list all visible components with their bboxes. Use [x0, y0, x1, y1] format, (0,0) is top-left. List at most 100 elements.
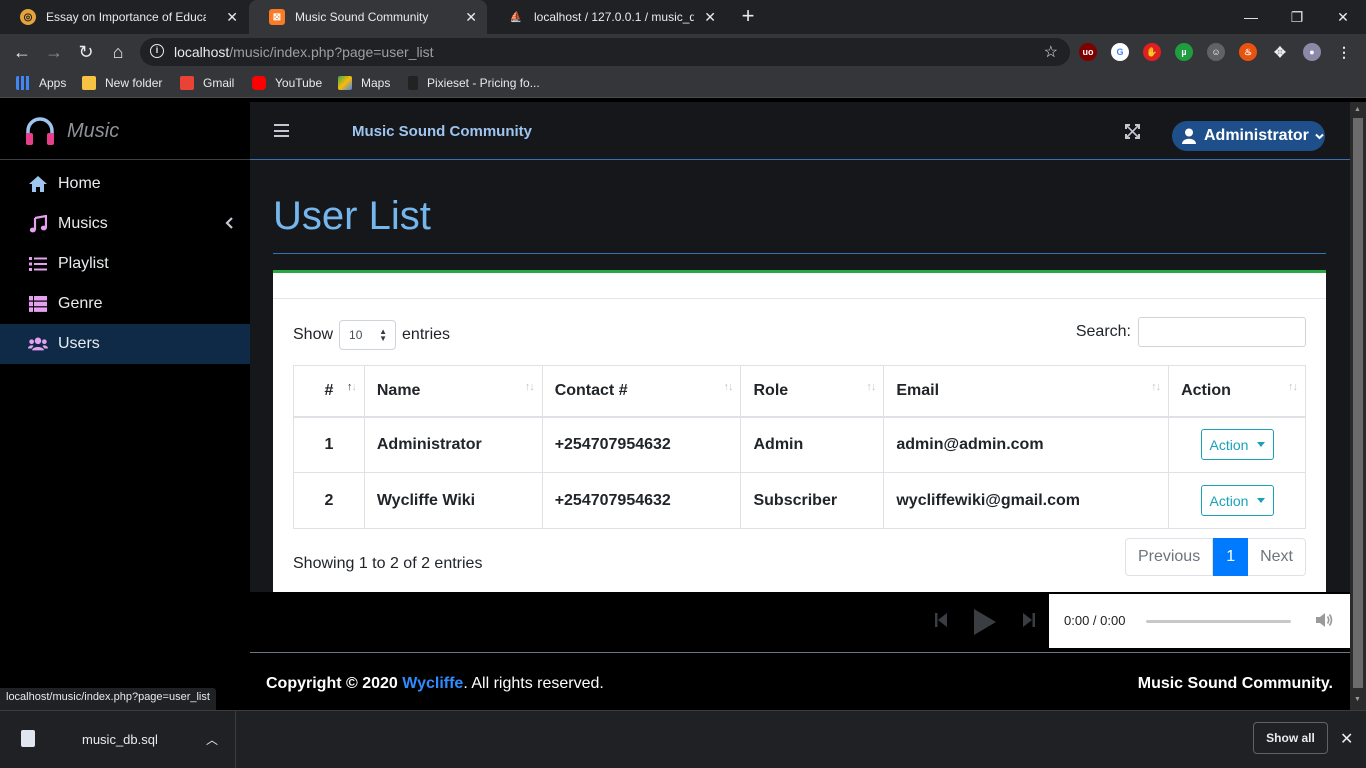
user-list-card: Show 10 ▲ ▼ entries Search: # ↑↓ Name ↑↓ Co…: [273, 270, 1326, 592]
author-link[interactable]: Wycliffe: [402, 675, 463, 692]
bookmark-label: Pixieset - Pricing fo...: [427, 76, 540, 90]
user-dropdown-button[interactable]: Administrator: [1172, 121, 1325, 151]
browser-tab-essay[interactable]: ◎ Essay on Importance of Educatio ✕: [0, 0, 248, 34]
column-header-contact[interactable]: Contact # ↑↓: [541, 365, 742, 418]
cell-email: admin@admin.com: [883, 416, 1170, 473]
column-header-email[interactable]: Email ↑↓: [883, 365, 1170, 418]
copyright-suffix: . All rights reserved.: [463, 675, 604, 692]
browser-tab-music[interactable]: ⊠ Music Sound Community ✕: [249, 0, 487, 34]
home-icon: [28, 174, 48, 194]
audio-player[interactable]: 0:00 / 0:00: [1049, 594, 1350, 648]
profile-avatar[interactable]: ●: [1303, 43, 1321, 61]
status-bar-url: localhost/music/index.php?page=user_list: [0, 688, 216, 710]
cell-number: 2: [293, 472, 365, 529]
entries-length-select[interactable]: 10 ▲ ▼: [339, 320, 397, 350]
bookmark-maps[interactable]: Maps: [338, 76, 390, 90]
column-header-label: Email: [896, 381, 940, 399]
sidebar-item-home[interactable]: Home: [0, 164, 250, 204]
translate-extension-icon[interactable]: G: [1111, 43, 1129, 61]
column-header-label: Action: [1181, 381, 1231, 399]
bookmark-pixieset[interactable]: Pixieset - Pricing fo...: [408, 76, 540, 90]
column-header-label: Name: [376, 381, 421, 399]
skip-previous-icon[interactable]: [934, 612, 948, 628]
pagination-next-button[interactable]: Next: [1248, 538, 1306, 576]
table-row: 2 Wycliffe Wiki +254707954632 Subscriber…: [293, 472, 1306, 529]
cell-name: Administrator: [363, 416, 543, 473]
copyright-prefix: Copyright © 2020: [266, 675, 403, 692]
address-bar[interactable]: i localhost/music/index.php?page=user_li…: [140, 38, 1070, 66]
column-header-number[interactable]: # ↑↓: [293, 365, 365, 418]
sidebar-item-label: Musics: [58, 215, 108, 232]
download-item[interactable]: music_db.sql ︿: [0, 711, 236, 768]
reload-icon[interactable]: ↻: [74, 40, 98, 64]
sidebar-item-playlist[interactable]: Playlist: [0, 244, 250, 284]
brand-text: Music: [67, 120, 120, 142]
scroll-up-icon[interactable]: ▲: [1354, 106, 1361, 113]
ublock-extension-icon[interactable]: uo: [1079, 43, 1097, 61]
forward-arrow-icon[interactable]: →: [42, 40, 66, 64]
scroll-down-icon[interactable]: ▼: [1354, 696, 1361, 703]
skip-next-icon[interactable]: [1022, 612, 1036, 628]
back-arrow-icon[interactable]: ←: [10, 40, 34, 64]
pixieset-icon: [408, 76, 418, 90]
minimize-button[interactable]: —: [1228, 0, 1274, 34]
utorrent-extension-icon[interactable]: µ: [1175, 43, 1193, 61]
action-dropdown-button[interactable]: Action: [1200, 429, 1274, 461]
sidebar-item-label: Playlist: [58, 255, 109, 272]
new-tab-button[interactable]: +: [736, 5, 760, 29]
sidebar-item-genre[interactable]: Genre: [0, 284, 250, 324]
sidebar-item-users[interactable]: Users: [0, 324, 250, 364]
browser-menu-icon[interactable]: ⋮: [1335, 43, 1353, 61]
browser-tab-phpmyadmin[interactable]: ⛵ localhost / 127.0.0.1 / music_db | ✕: [488, 0, 726, 34]
brand-link[interactable]: Music: [0, 102, 250, 160]
maximize-button[interactable]: ❐: [1274, 0, 1320, 34]
volume-icon[interactable]: [1315, 612, 1333, 628]
hamburger-menu-icon[interactable]: [274, 124, 289, 137]
cell-number: 1: [293, 416, 365, 473]
play-icon[interactable]: [972, 608, 998, 636]
main-content: User List Show 10 ▲ ▼ entries Search: # ↑↓: [250, 160, 1350, 600]
close-window-button[interactable]: ✕: [1320, 0, 1366, 34]
bookmark-label: Apps: [39, 76, 67, 90]
chevron-up-icon[interactable]: ︿: [206, 731, 218, 748]
action-dropdown-button[interactable]: Action: [1200, 485, 1274, 516]
bookmark-youtube[interactable]: YouTube: [252, 76, 322, 90]
column-header-label: #: [324, 381, 334, 399]
sort-icon: ↑↓: [524, 381, 535, 393]
headphones-icon: [26, 117, 54, 145]
show-all-downloads-button[interactable]: Show all: [1253, 722, 1328, 754]
search-label: Search:: [1075, 323, 1131, 340]
bookmark-star-icon[interactable]: ☆: [1044, 42, 1058, 62]
close-downloads-icon[interactable]: ✕: [1340, 729, 1353, 749]
tab-favicon-icon: ⛵: [509, 11, 523, 23]
page-title: User List: [273, 194, 431, 238]
pagination-page-button[interactable]: 1: [1213, 538, 1249, 576]
bookmark-gmail[interactable]: Gmail: [180, 76, 234, 90]
bookmark-apps[interactable]: Apps: [16, 76, 66, 90]
cell-contact: +254707954632: [541, 472, 742, 529]
extensions-puzzle-icon[interactable]: ✥: [1271, 43, 1289, 61]
robot-extension-icon[interactable]: ☺: [1207, 43, 1225, 61]
page-scrollbar[interactable]: ▲ ▼: [1350, 102, 1366, 716]
sidebar-item-musics[interactable]: Musics: [0, 204, 250, 244]
show-label: Show: [293, 326, 334, 343]
home-button-icon[interactable]: ⌂: [106, 40, 130, 64]
fire-extension-icon[interactable]: ♨: [1239, 43, 1257, 61]
site-info-icon[interactable]: i: [150, 44, 164, 58]
column-header-action[interactable]: Action ↑↓: [1168, 365, 1306, 418]
bookmark-new-folder[interactable]: New folder: [82, 76, 162, 90]
tab-close-icon[interactable]: ✕: [704, 9, 716, 26]
audio-seek-slider[interactable]: [1146, 620, 1291, 623]
chevron-left-icon: [225, 217, 233, 229]
fullscreen-expand-icon[interactable]: [1125, 124, 1140, 139]
tab-close-icon[interactable]: ✕: [465, 9, 477, 26]
sort-icon: ↑↓: [866, 381, 876, 393]
cell-action: Action: [1168, 416, 1306, 473]
column-header-name[interactable]: Name ↑↓: [363, 365, 543, 418]
tab-close-icon[interactable]: ✕: [226, 9, 238, 26]
search-input[interactable]: [1138, 317, 1306, 347]
pagination-previous-button[interactable]: Previous: [1124, 538, 1214, 576]
adblock-extension-icon[interactable]: ✋: [1143, 43, 1161, 61]
scrollbar-thumb[interactable]: [1353, 118, 1363, 688]
column-header-role[interactable]: Role ↑↓: [740, 365, 885, 418]
